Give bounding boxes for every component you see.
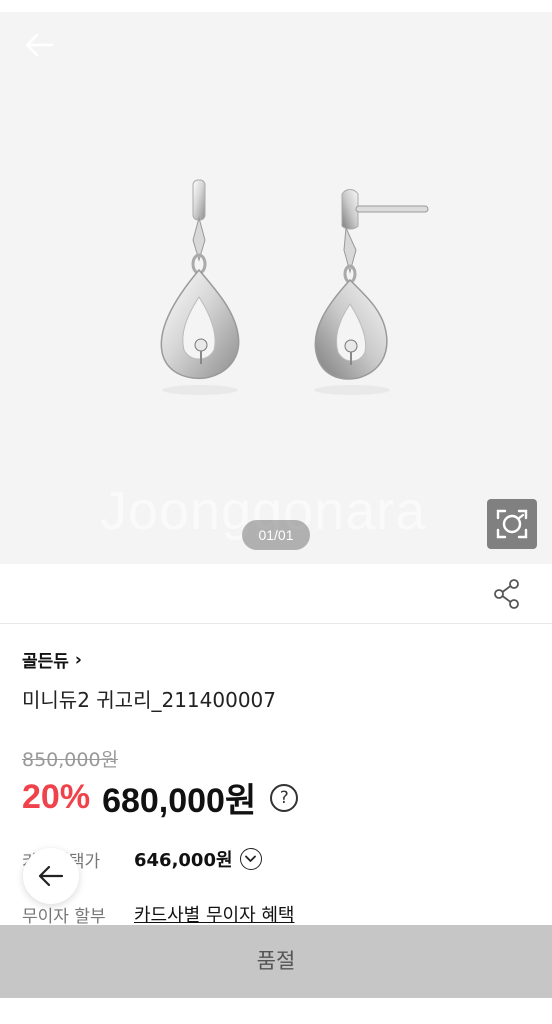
floating-back-button[interactable] bbox=[23, 848, 79, 904]
top-strip bbox=[0, 0, 552, 12]
share-icon[interactable] bbox=[492, 578, 522, 610]
product-name: 미니듀2 귀고리_211400007 bbox=[22, 688, 277, 712]
installment-row: 무이자 할부 카드사별 무이자 혜택 bbox=[22, 901, 294, 927]
back-arrow-icon bbox=[38, 865, 64, 887]
image-search-button[interactable] bbox=[487, 499, 537, 549]
product-image-gallery[interactable]: Joonggonara 01/01 bbox=[0, 12, 552, 564]
price-row: 20% 680,000원 ? bbox=[22, 773, 299, 822]
brand-link[interactable]: 골든듀 › bbox=[22, 647, 82, 673]
back-arrow-icon[interactable] bbox=[22, 28, 56, 62]
question-mark-icon[interactable]: ? bbox=[270, 783, 299, 812]
installment-benefit-link[interactable]: 카드사별 무이자 혜택 bbox=[134, 901, 294, 927]
image-counter: 01/01 bbox=[242, 520, 310, 550]
original-price: 850,000원 bbox=[22, 749, 119, 771]
share-row bbox=[0, 564, 552, 624]
chevron-down-icon[interactable] bbox=[239, 848, 262, 870]
installment-label: 무이자 할부 bbox=[22, 906, 106, 927]
bottom-strip bbox=[0, 998, 552, 1024]
card-benefit-price: 646,000원 bbox=[134, 850, 233, 871]
sale-price: 680,000원 bbox=[102, 782, 257, 820]
brand-name: 골든듀 bbox=[22, 652, 69, 672]
discount-rate: 20% bbox=[22, 778, 91, 816]
soldout-button[interactable]: 품절 bbox=[0, 925, 552, 998]
chevron-right-icon: › bbox=[74, 649, 82, 670]
camera-scan-icon bbox=[496, 509, 528, 539]
